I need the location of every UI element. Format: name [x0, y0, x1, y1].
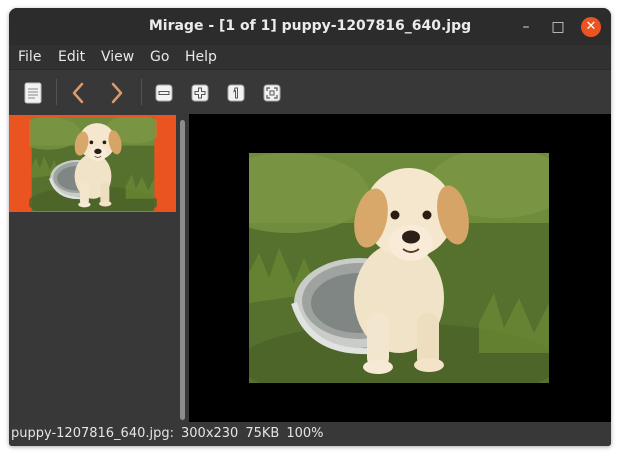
next-image-icon[interactable] [110, 81, 124, 109]
mirage-window: Mirage - [1 of 1] puppy-1207816_640.jpg … [9, 8, 611, 446]
menu-bar: File Edit View Go Help [9, 45, 611, 69]
main-image [249, 153, 549, 383]
menu-edit[interactable]: Edit [58, 45, 85, 69]
status-bar: puppy-1207816_640.jpg: 300x230 75KB 100% [9, 422, 611, 446]
image-viewer[interactable] [189, 114, 611, 422]
thumbnail-pane [9, 114, 178, 422]
minimize-button[interactable]: – [515, 16, 537, 38]
previous-image-icon[interactable] [71, 81, 85, 109]
zoom-to-fit-icon[interactable] [263, 84, 281, 106]
zoom-out-icon[interactable] [155, 84, 173, 106]
status-filename: puppy-1207816_640.jpg: [11, 426, 174, 441]
status-dimensions: 300x230 [181, 426, 239, 441]
title-bar[interactable]: Mirage - [1 of 1] puppy-1207816_640.jpg … [9, 8, 611, 45]
zoom-1-to-1-icon[interactable] [227, 84, 245, 106]
status-filesize: 75KB [245, 426, 280, 441]
menu-file[interactable]: File [18, 45, 41, 69]
close-button[interactable]: ✕ [581, 17, 601, 37]
toolbar [9, 69, 611, 115]
image-properties-icon[interactable] [24, 82, 42, 108]
zoom-in-icon[interactable] [191, 84, 209, 106]
toolbar-separator [56, 79, 57, 105]
toolbar-separator [141, 79, 142, 105]
status-zoom: 100% [286, 426, 324, 441]
menu-view[interactable]: View [101, 45, 134, 69]
thumbnail-scrollbar[interactable] [180, 120, 185, 420]
status-text: puppy-1207816_640.jpg: 300x230 75KB 100% [11, 422, 331, 446]
menu-help[interactable]: Help [185, 45, 217, 69]
thumbnail-item-selected[interactable] [9, 115, 176, 212]
thumbnail-image [29, 117, 157, 211]
menu-go[interactable]: Go [150, 45, 169, 69]
maximize-button[interactable]: □ [547, 16, 569, 38]
